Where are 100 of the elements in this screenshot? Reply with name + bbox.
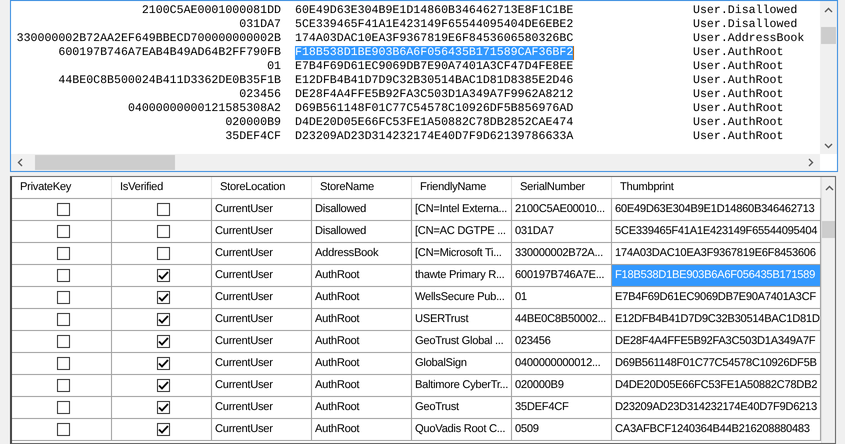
checkbox[interactable] — [56, 269, 70, 282]
store-text: User.AuthRoot — [693, 46, 784, 60]
thumbprint-text: D4DE20D05E66FC53FE1A50882C78DB2852CAE474 — [295, 116, 574, 130]
column-header[interactable]: IsVerified — [112, 177, 212, 198]
table-cell: CurrentUser — [212, 331, 312, 352]
table-cell: 020000B9 — [512, 375, 612, 396]
checkbox[interactable] — [56, 247, 70, 260]
serial-text: 01 — [266, 60, 281, 74]
table-cell: GlobalSign — [412, 353, 512, 374]
checkbox[interactable] — [56, 423, 70, 436]
thumbprint-text: D23209AD23D314232174E40D7F9D62139786633A — [295, 130, 574, 144]
table-cell: 0509 — [512, 419, 612, 440]
checkbox[interactable] — [156, 401, 170, 414]
checkbox[interactable] — [56, 379, 70, 392]
serial-text: 023456 — [238, 88, 281, 102]
checkbox[interactable] — [56, 203, 70, 216]
checkbox[interactable] — [56, 225, 70, 238]
table-cell: AuthRoot — [312, 397, 412, 418]
scroll-thumb[interactable] — [822, 221, 835, 238]
store-text: User.AddressBook — [693, 32, 804, 46]
table-cell: 44BE0C8B50002... — [512, 309, 612, 330]
scroll-right-icon[interactable] — [808, 158, 814, 167]
checkbox[interactable] — [56, 357, 70, 370]
column-header[interactable]: PrivateKey — [12, 177, 112, 198]
store-text: User.AuthRoot — [693, 116, 784, 130]
checkbox[interactable] — [156, 379, 170, 392]
table-cell: [CN=AC DGTPE ... — [412, 221, 512, 242]
table-cell: Disallowed — [312, 221, 412, 242]
scroll-up-icon[interactable] — [824, 185, 834, 191]
horizontal-scrollbar[interactable] — [11, 154, 820, 171]
scroll-thumb[interactable] — [821, 27, 836, 44]
table-cell: AuthRoot — [312, 375, 412, 396]
store-text: User.Disallowed — [693, 4, 798, 18]
table-cell: CurrentUser — [212, 199, 312, 220]
table-cell: QuoVadis Root C... — [412, 419, 512, 440]
checkbox[interactable] — [156, 357, 170, 370]
checkbox[interactable] — [156, 269, 170, 282]
serial-text: 600197B746A7EAB4B49AD64B2FF790FB — [57, 46, 281, 60]
table-cell: USERTrust — [412, 309, 512, 330]
thumbprint-text: D69B561148F01C77C54578C10926DF5B856976AD — [295, 102, 574, 116]
table-cell: 031DA7 — [512, 221, 612, 242]
column-header[interactable]: StoreName — [312, 177, 412, 198]
table-cell: CurrentUser — [212, 419, 312, 440]
serial-text: 04000000000121585308A2 — [126, 102, 281, 116]
checkbox[interactable] — [156, 291, 170, 304]
serial-text: 031DA7 — [238, 18, 281, 32]
column-header[interactable]: SerialNumber — [512, 177, 612, 198]
checkbox[interactable] — [156, 423, 170, 436]
table-cell: thawte Primary R... — [412, 265, 512, 286]
table-cell: 330000002B72A... — [512, 243, 612, 264]
scroll-up-icon[interactable] — [824, 7, 833, 13]
table-cell: [CN=Intel Externa... — [412, 199, 512, 220]
table-cell: AuthRoot — [312, 331, 412, 352]
table-cell: AuthRoot — [312, 287, 412, 308]
table-cell: Disallowed — [312, 199, 412, 220]
table-cell: 2100C5AE00010... — [512, 199, 612, 220]
checkbox[interactable] — [56, 335, 70, 348]
table-cell: CurrentUser — [212, 375, 312, 396]
thumbprint-text: E7B4F69D61EC9069DB7E90A7401A3CF47D4FE8EE — [295, 60, 574, 74]
table-cell: CurrentUser — [212, 309, 312, 330]
checkbox[interactable] — [56, 313, 70, 326]
store-text: User.AuthRoot — [693, 74, 784, 88]
serial-text: 330000002B72AA2EF649BBECD700000000002B — [16, 32, 281, 46]
serial-text: 44BE0C8B500024B411D3362DE0B35F1B — [57, 74, 281, 88]
column-header[interactable]: FriendlyName — [412, 177, 512, 198]
checkbox[interactable] — [156, 247, 170, 260]
checkbox[interactable] — [156, 225, 170, 238]
serial-text: 020000B9 — [224, 116, 281, 130]
scroll-down-icon[interactable] — [824, 143, 833, 149]
store-text: User.AuthRoot — [693, 60, 784, 74]
table-cell: Baltimore CyberTr... — [412, 375, 512, 396]
table-cell: AuthRoot — [312, 309, 412, 330]
scroll-left-icon[interactable] — [17, 158, 23, 167]
scroll-thumb[interactable] — [35, 155, 175, 170]
checkbox[interactable] — [56, 291, 70, 304]
text-panel[interactable] — [10, 0, 838, 172]
table-cell: AuthRoot — [312, 265, 412, 286]
table-cell: WellsSecure Pub... — [412, 287, 512, 308]
table-cell: GeoTrust — [412, 397, 512, 418]
table-cell: CurrentUser — [212, 353, 312, 374]
thumbprint-text: DE28F4A4FFE5B92FA3C503D1A349A7F9962A8212 — [295, 88, 574, 102]
checkbox[interactable] — [156, 313, 170, 326]
store-text: User.AuthRoot — [693, 102, 784, 116]
serial-text: 35DEF4CF — [224, 130, 281, 144]
table-cell: AuthRoot — [312, 419, 412, 440]
checkbox[interactable] — [56, 401, 70, 414]
vertical-scrollbar[interactable] — [820, 177, 835, 443]
table-cell: CurrentUser — [212, 243, 312, 264]
checkbox[interactable] — [156, 203, 170, 216]
vertical-scrollbar[interactable] — [820, 1, 837, 154]
column-header[interactable]: StoreLocation — [212, 177, 312, 198]
checkbox[interactable] — [156, 335, 170, 348]
table-cell: 35DEF4CF — [512, 397, 612, 418]
thumbprint-text: F18B538D1BE903B6A6F056435B171589CAF36BF2 — [295, 46, 574, 60]
store-text: User.Disallowed — [693, 18, 798, 32]
table-cell: 0400000000012... — [512, 353, 612, 374]
thumbprint-text: E12DFB4B41D7D9C32B30514BAC1D81D8385E2D46 — [295, 74, 574, 88]
table-cell: CurrentUser — [212, 287, 312, 308]
table-cell: 023456 — [512, 331, 612, 352]
table-cell: [CN=Microsoft Ti... — [412, 243, 512, 264]
